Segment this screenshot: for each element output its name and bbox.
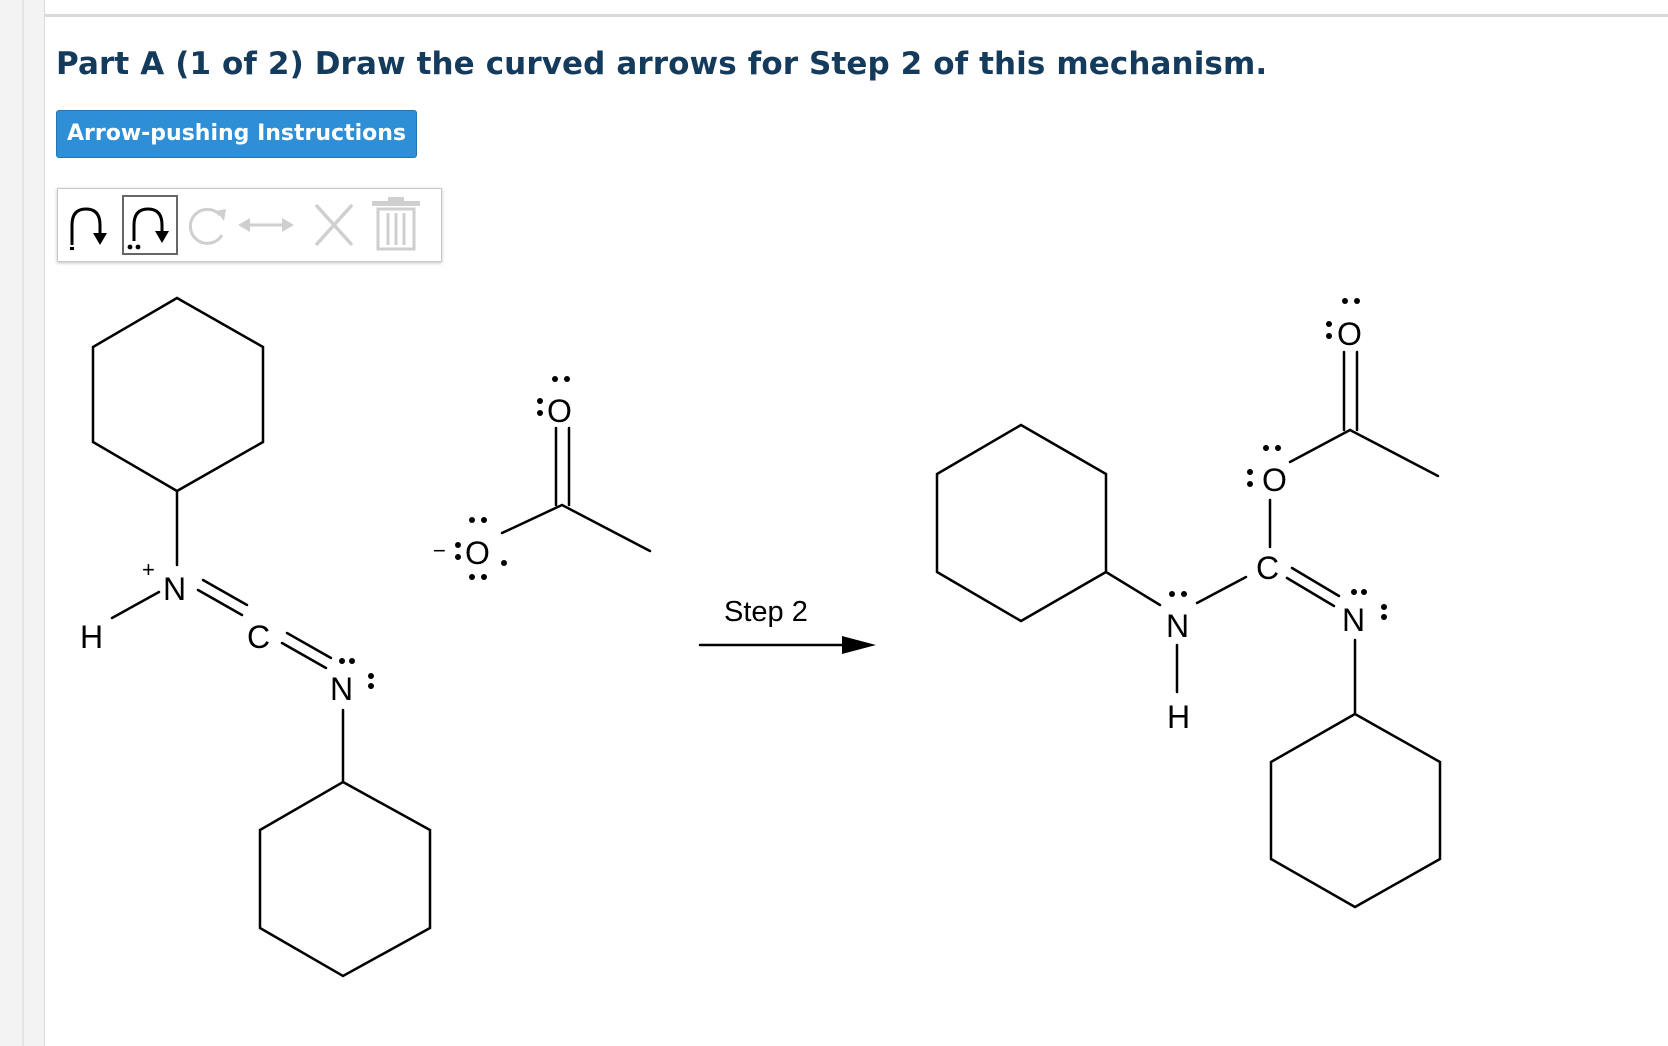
atom-C-product: C bbox=[1256, 550, 1279, 586]
bond-C-N-1 bbox=[280, 641, 328, 670]
bond-N-C-1 bbox=[196, 588, 244, 617]
bond-ring-NH bbox=[1104, 570, 1162, 607]
bond-N-C-product bbox=[1195, 575, 1248, 605]
atom-N-plus: N bbox=[163, 571, 186, 607]
bond-C-CH3-ester bbox=[1348, 428, 1440, 478]
cyclohexane-ring-product-right bbox=[1269, 712, 1442, 909]
minus-charge: − bbox=[433, 538, 446, 563]
lone-pair-N-H-product bbox=[1169, 591, 1187, 597]
bond-O-C-acetate bbox=[500, 503, 564, 535]
bond-H-N bbox=[110, 590, 161, 620]
atom-N-H-product: N bbox=[1166, 608, 1189, 644]
cyclohexane-ring-product-left bbox=[935, 423, 1108, 623]
atom-N-carbodiimide: N bbox=[330, 671, 353, 707]
mechanism-canvas[interactable]: + N H C N O − O Step 2 N H C O O N bbox=[0, 0, 1668, 1046]
bond-C-N-double-1 bbox=[1285, 576, 1336, 608]
atom-O-carbonyl-acetate: O bbox=[547, 393, 572, 429]
atom-N-imine-product: N bbox=[1342, 602, 1365, 638]
atom-O-carbonyl-product: O bbox=[1337, 316, 1362, 352]
atom-H-left: H bbox=[80, 619, 103, 655]
step-label: Step 2 bbox=[724, 596, 808, 628]
bond-N-C-2 bbox=[201, 578, 249, 607]
bond-C-N-2 bbox=[285, 631, 333, 660]
cyclohexane-ring-top bbox=[91, 296, 265, 493]
atom-C-carbodiimide: C bbox=[247, 619, 270, 655]
atom-O-minus-acetate: O bbox=[465, 535, 490, 571]
bond-C-N-double-2 bbox=[1290, 566, 1341, 598]
atom-O-ester: O bbox=[1262, 462, 1287, 498]
bond-O-C-ester bbox=[1288, 428, 1352, 464]
cyclohexane-ring-bottom bbox=[258, 780, 432, 978]
plus-charge: + bbox=[142, 557, 155, 582]
reaction-arrow-head bbox=[842, 636, 876, 654]
atom-H-product: H bbox=[1167, 699, 1190, 735]
bond-C-CH3-acetate bbox=[560, 503, 652, 553]
